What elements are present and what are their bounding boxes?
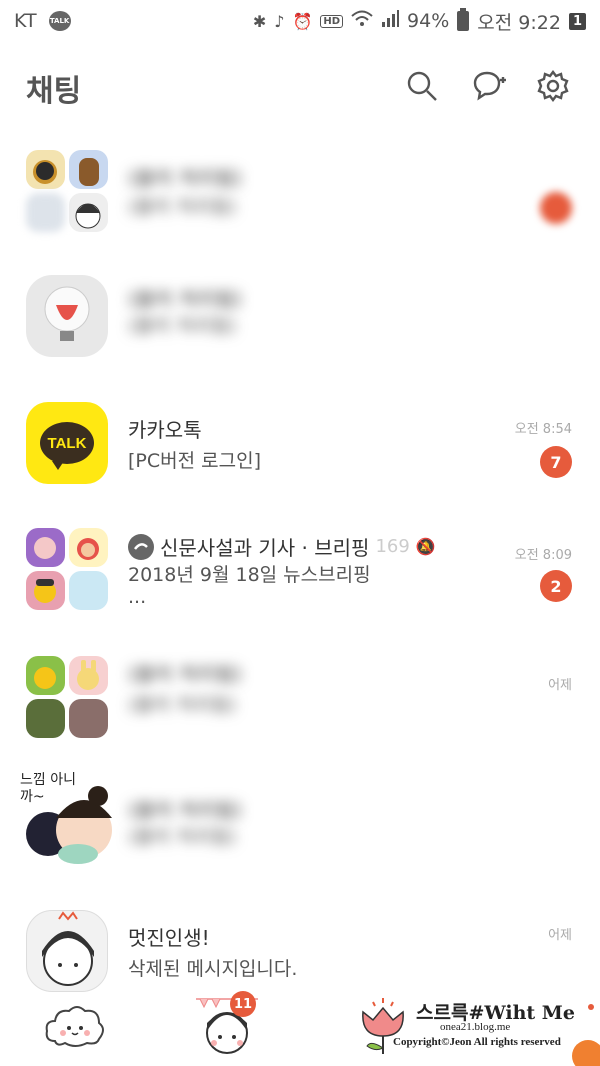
cloud-friends-icon bbox=[45, 1006, 104, 1047]
member-count: 169 bbox=[375, 536, 410, 557]
chat-name: 신문사설과 기사 · 브리핑 bbox=[160, 536, 370, 560]
chat-name: (블러 처리됨) bbox=[128, 287, 242, 311]
sticker-caption: 느낌 아니까~ bbox=[20, 772, 76, 805]
chat-row[interactable]: (블러 처리됨) (블러 처리됨) bbox=[0, 265, 600, 393]
unread-badge: 7 bbox=[540, 446, 572, 478]
unread-badge bbox=[540, 192, 572, 224]
new-indicator-dot bbox=[588, 1004, 594, 1010]
search-button[interactable] bbox=[404, 68, 440, 104]
kakaotalk-notification-icon: TALK bbox=[48, 11, 71, 31]
member-avatar bbox=[69, 656, 108, 695]
sticker-avatar: 느낌 아니까~ bbox=[20, 772, 120, 872]
signal-icon bbox=[381, 10, 400, 32]
chat-time: 오전 8:09 bbox=[514, 548, 572, 563]
chat-tab-badge: 11 bbox=[230, 991, 256, 1017]
page-title: 채팅 bbox=[26, 74, 82, 109]
member-avatar bbox=[26, 150, 65, 189]
battery-icon bbox=[457, 8, 470, 31]
chat-time: 어제 bbox=[548, 928, 572, 943]
app-header: 채팅 bbox=[0, 50, 600, 125]
new-chat-button[interactable] bbox=[472, 68, 508, 104]
group-avatar bbox=[26, 150, 108, 232]
chat-name-line: 신문사설과 기사 · 브리핑 169 🔕 bbox=[128, 532, 436, 561]
chat-preview-more: ... bbox=[128, 586, 147, 608]
unread-badge: 2 bbox=[540, 570, 572, 602]
tab-chats[interactable]: 11 bbox=[192, 991, 262, 1059]
wifi-icon bbox=[351, 10, 373, 32]
group-avatar bbox=[26, 528, 108, 610]
gear-icon bbox=[537, 70, 569, 102]
member-avatar bbox=[69, 528, 108, 567]
chat-avatar bbox=[26, 275, 108, 357]
member-avatar bbox=[26, 656, 65, 695]
chat-row[interactable]: (블러 처리됨) (블러 처리됨) bbox=[0, 140, 600, 268]
chat-name: (블러 처리됨) bbox=[128, 662, 242, 686]
chat-row-news[interactable]: 신문사설과 기사 · 브리핑 169 🔕 2018년 9월 18일 뉴스브리핑 … bbox=[0, 520, 600, 648]
chat-time: 오전 8:54 bbox=[514, 422, 572, 437]
chat-name: 멋진인생! bbox=[128, 926, 210, 950]
chat-time: 어제 bbox=[548, 678, 572, 693]
chat-preview: 2018년 9월 18일 뉴스브리핑 bbox=[128, 564, 371, 586]
chat-preview: (블러 처리됨) bbox=[128, 694, 237, 716]
chat-preview: (블러 처리됨) bbox=[128, 826, 237, 848]
search-icon bbox=[407, 71, 437, 101]
mute-icon: 🔕 bbox=[415, 537, 436, 556]
alarm-icon: ⏰ bbox=[292, 11, 313, 31]
chat-avatar bbox=[26, 910, 108, 992]
chat-row[interactable]: 느낌 아니까~ (블러 처리됨) (블러 처리됨) bbox=[0, 768, 600, 896]
status-bar: KT TALK ✱ ♪ ⏰ HD 94% 오전 9:22 1 bbox=[0, 0, 600, 42]
clock: 오전 9:22 bbox=[477, 11, 561, 34]
member-avatar bbox=[26, 528, 65, 567]
openchat-icon bbox=[128, 533, 154, 560]
chat-row-kakaotalk[interactable]: TALK 카카오톡 [PC버전 로그인] 오전 8:54 7 bbox=[0, 392, 600, 520]
member-avatar bbox=[26, 193, 65, 232]
chat-row[interactable]: (블러 처리됨) (블러 처리됨) 어제 bbox=[0, 648, 600, 776]
member-avatar bbox=[69, 571, 108, 610]
vibrate-mute-icon: ♪ bbox=[274, 11, 285, 31]
chat-preview: 삭제된 메시지입니다. bbox=[128, 958, 298, 980]
kakaotalk-logo-avatar: TALK bbox=[26, 402, 108, 484]
hd-voice-icon: HD bbox=[320, 14, 344, 28]
member-avatar bbox=[69, 150, 108, 189]
member-avatar bbox=[69, 193, 108, 232]
member-avatar bbox=[26, 571, 65, 610]
member-avatar bbox=[69, 699, 108, 738]
floating-action-badge[interactable] bbox=[572, 1040, 600, 1066]
notification-count-badge: 1 bbox=[568, 12, 586, 30]
new-chat-icon bbox=[473, 71, 506, 101]
chat-preview: [PC버전 로그인] bbox=[128, 450, 261, 472]
chat-name: (블러 처리됨) bbox=[128, 798, 242, 822]
chat-preview: (블러 처리됨) bbox=[128, 315, 237, 337]
member-avatar bbox=[26, 699, 65, 738]
battery-percent: 94% bbox=[407, 10, 450, 32]
watermark-site: onea21.blog.me bbox=[440, 1021, 511, 1033]
bluetooth-icon: ✱ bbox=[252, 11, 267, 31]
tab-more[interactable] bbox=[348, 993, 418, 1059]
watermark-copyright: Copyright©Jeon All rights reserved bbox=[393, 1036, 561, 1048]
chat-preview: (블러 처리됨) bbox=[128, 196, 237, 218]
settings-button[interactable] bbox=[535, 68, 571, 104]
carrier-label: KT bbox=[14, 10, 37, 32]
chat-name: 카카오톡 bbox=[128, 418, 202, 442]
talk-bubble-icon: TALK bbox=[40, 422, 94, 470]
group-avatar bbox=[26, 656, 108, 738]
chat-name: (블러 처리됨) bbox=[128, 166, 242, 190]
tab-friends[interactable] bbox=[40, 993, 110, 1059]
